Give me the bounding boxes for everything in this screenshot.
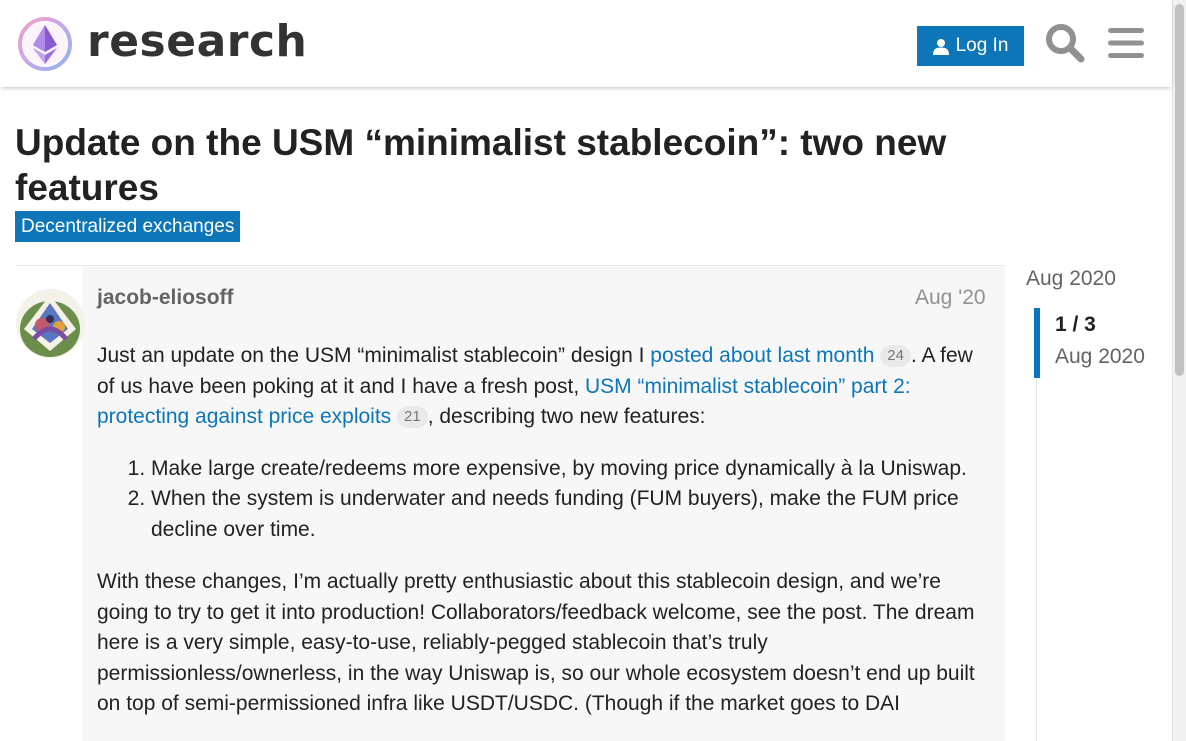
list-item: When the system is underwater and needs …: [151, 484, 992, 545]
paragraph-text: , describing two new features:: [427, 405, 706, 428]
site-logo[interactable]: research: [17, 16, 307, 72]
paragraph-text: Just an update on the USM “minimalist st…: [97, 344, 651, 367]
site-header: research Log In: [0, 0, 1172, 87]
link-click-count-badge: 24: [880, 345, 911, 367]
hamburger-menu-button[interactable]: [1103, 20, 1149, 66]
post-date[interactable]: Aug '20: [915, 286, 986, 310]
search-button[interactable]: [1042, 20, 1088, 66]
post-content: Just an update on the USM “minimalist st…: [97, 341, 992, 720]
login-button[interactable]: Log In: [917, 26, 1024, 66]
post-paragraph-2: With these changes, I’m actually pretty …: [97, 570, 975, 715]
scrollbar-thumb[interactable]: [1175, 4, 1184, 376]
category-badge[interactable]: Decentralized exchanges: [15, 211, 241, 242]
page-scrollbar[interactable]: [1172, 0, 1186, 741]
timeline-scroll-handle[interactable]: [1034, 308, 1040, 378]
timeline-post-count: 1 / 3: [1055, 313, 1096, 336]
link-posted-about-last-month[interactable]: posted about last month: [650, 344, 874, 367]
list-item: Make large create/redeems more expensive…: [151, 454, 992, 485]
timeline-start-date[interactable]: Aug 2020: [1026, 267, 1116, 291]
logo-text: research: [87, 16, 308, 67]
post-username[interactable]: jacob-eliosoff: [97, 286, 234, 310]
hamburger-menu-icon: [1108, 28, 1144, 58]
timeline-current-date: Aug 2020: [1055, 345, 1145, 368]
ethereum-research-logo-icon: [18, 17, 72, 71]
login-label: Log In: [955, 35, 1009, 56]
user-avatar[interactable]: [16, 289, 85, 358]
post-paragraph-1: Just an update on the USM “minimalist st…: [97, 341, 992, 433]
link-click-count-badge: 21: [397, 406, 428, 428]
topic-timeline: Aug 2020 1 / 3 Aug 2020: [1026, 265, 1172, 741]
search-icon: [1046, 24, 1085, 63]
topic-title[interactable]: Update on the USM “minimalist stablecoin…: [15, 120, 1005, 210]
user-icon: [932, 38, 949, 55]
feature-list: Make large create/redeems more expensive…: [151, 454, 992, 546]
